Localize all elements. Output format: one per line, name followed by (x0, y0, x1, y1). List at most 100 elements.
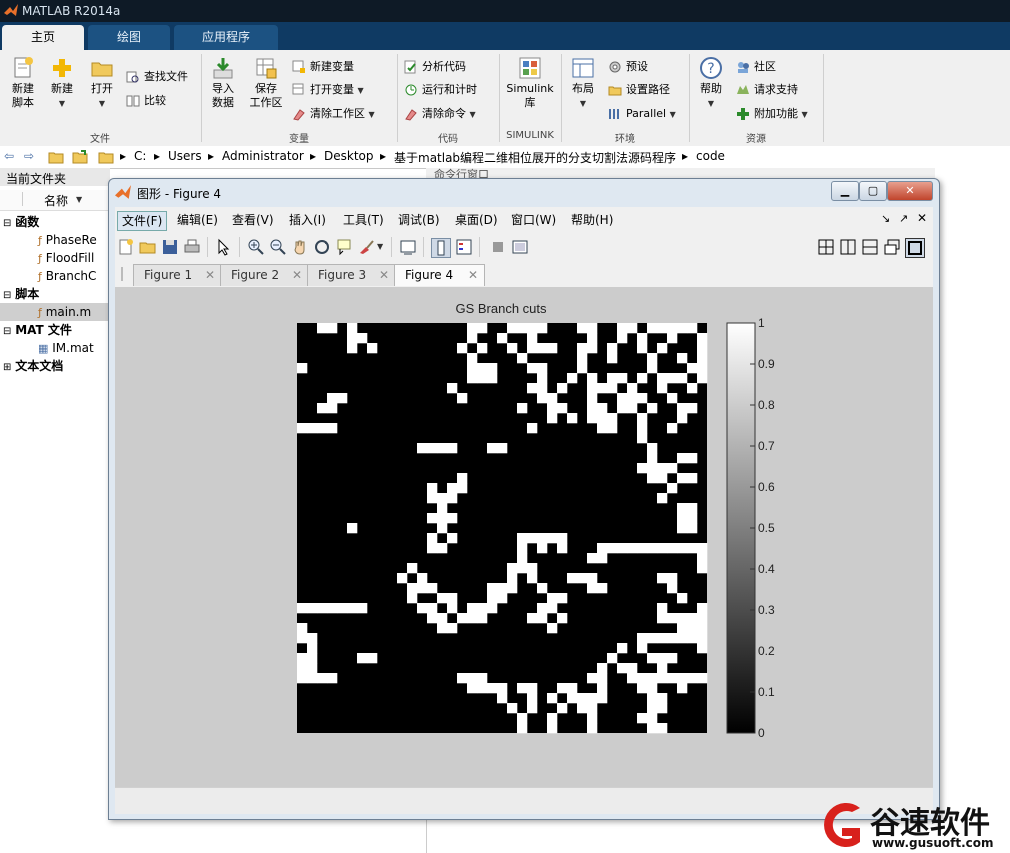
back-arrow-icon[interactable]: ⇦ (4, 149, 14, 163)
show-plot-tools-icon[interactable] (511, 238, 529, 256)
data-cursor-icon[interactable] (335, 238, 353, 256)
tab-figure-3[interactable]: Figure 3 ✕ (307, 264, 396, 286)
menu-help[interactable]: 帮助(H) (567, 211, 617, 229)
forward-arrow-icon[interactable]: ⇨ (24, 149, 34, 163)
list-item[interactable]: ▦ IM.mat (38, 339, 94, 357)
menu-tools[interactable]: 工具(T) (339, 211, 388, 229)
find-files-button[interactable]: 查找文件 (126, 68, 188, 86)
tree-group[interactable]: ⊟ 脚本 (0, 285, 39, 303)
browse-folder-icon[interactable] (72, 149, 88, 165)
run-and-time-button[interactable]: 运行和计时 (404, 81, 477, 99)
heatmap-cell (637, 683, 648, 694)
breadcrumb-item[interactable]: C: (134, 149, 146, 163)
clear-commands-button[interactable]: 清除命令 ▼ (404, 105, 476, 123)
menu-debug[interactable]: 调试(B) (394, 211, 444, 229)
tree-group[interactable]: ⊞ 文本文档 (0, 357, 63, 375)
legend-toggle-icon[interactable] (455, 238, 473, 256)
brush-caret-icon[interactable]: ▼ (377, 242, 383, 251)
help-button[interactable]: ? 帮助 ▼ (694, 56, 728, 111)
tile-top-bottom-icon[interactable] (861, 238, 879, 256)
clear-workspace-button[interactable]: 清除工作区 ▼ (292, 105, 375, 123)
close-tab-icon[interactable]: ✕ (379, 265, 389, 286)
menu-view[interactable]: 查看(V) (228, 211, 278, 229)
tile-left-right-icon[interactable] (839, 238, 857, 256)
menu-insert[interactable]: 插入(I) (285, 211, 330, 229)
list-item-selected[interactable]: ƒ main.m (0, 303, 110, 321)
heatmap-cell (307, 673, 318, 684)
close-tab-icon[interactable]: ✕ (205, 265, 215, 286)
tab-home[interactable]: 主页 (2, 25, 84, 50)
tree-group[interactable]: ⊟ MAT 文件 (0, 321, 72, 339)
zoom-in-icon[interactable] (247, 238, 265, 256)
close-button[interactable]: ✕ (887, 181, 933, 201)
up-folder-icon[interactable] (48, 149, 64, 165)
new-button[interactable]: 新建 ▼ (46, 56, 78, 111)
collapse-icon: ⊟ (3, 218, 12, 229)
tab-plots[interactable]: 绘图 (88, 25, 170, 50)
list-item[interactable]: ƒ PhaseRe (38, 231, 97, 249)
pan-hand-icon[interactable] (291, 238, 309, 256)
open-file-icon[interactable] (139, 238, 157, 256)
request-support-button[interactable]: 请求支持 (736, 81, 798, 99)
simulink-library-button[interactable]: Simulink 库 (504, 56, 556, 110)
heatmap-cell (527, 693, 538, 704)
menu-file[interactable]: 文件(F) (117, 211, 168, 231)
dock-arrow-icon[interactable]: ↘ (881, 212, 890, 225)
menu-desktop[interactable]: 桌面(D) (451, 211, 502, 229)
close-tab-icon[interactable]: ✕ (292, 265, 302, 286)
save-icon[interactable] (161, 238, 179, 256)
link-plot-icon[interactable] (399, 238, 417, 256)
tree-group[interactable]: ⊟ 函数 (0, 213, 39, 231)
list-item[interactable]: ƒ BranchC (38, 267, 96, 285)
import-data-button[interactable]: 导入 数据 (206, 56, 240, 110)
close-icon[interactable]: ✕ (917, 211, 927, 225)
rotate-3d-icon[interactable] (313, 238, 331, 256)
open-variable-icon (292, 83, 304, 95)
new-variable-button[interactable]: 新建变量 (292, 58, 354, 76)
maximize-button[interactable]: ▢ (859, 181, 887, 201)
float-icon[interactable] (883, 238, 901, 256)
parallel-button[interactable]: Parallel ▼ (608, 105, 676, 123)
heatmap-cell (557, 593, 568, 604)
compare-button[interactable]: 比较 (126, 92, 166, 110)
hide-plot-tools-icon[interactable] (489, 238, 507, 256)
tab-figure-4[interactable]: Figure 4 ✕ (394, 264, 485, 286)
menu-edit[interactable]: 编辑(E) (173, 211, 222, 229)
breadcrumb-item[interactable]: Users (168, 149, 202, 163)
new-script-button[interactable]: 新建 脚本 (6, 56, 40, 110)
new-figure-icon[interactable] (117, 238, 135, 256)
community-button[interactable]: 社区 (736, 58, 776, 76)
analyze-code-button[interactable]: 分析代码 (404, 58, 466, 76)
heatmap-cell (437, 543, 448, 554)
menu-window[interactable]: 窗口(W) (507, 211, 560, 229)
breadcrumb-item[interactable]: 基于matlab编程二维相位展开的分支切割法源码程序 (394, 149, 676, 166)
open-variable-button[interactable]: 打开变量 ▼ (292, 81, 364, 99)
breadcrumb-item[interactable]: Administrator (222, 149, 304, 163)
heatmap-cell (697, 353, 708, 364)
list-item[interactable]: ƒ FloodFill (38, 249, 94, 267)
tab-apps[interactable]: 应用程序 (174, 25, 278, 50)
print-icon[interactable] (183, 238, 201, 256)
tab-figure-2[interactable]: Figure 2 ✕ (220, 264, 309, 286)
add-ons-button[interactable]: 附加功能 ▼ (736, 105, 808, 123)
heatmap-cell (447, 443, 458, 454)
breadcrumb-item[interactable]: code (696, 149, 725, 163)
layout-button[interactable]: 布局 ▼ (566, 56, 600, 111)
tab-figure-1[interactable]: Figure 1 ✕ (133, 264, 222, 286)
open-button[interactable]: 打开 ▼ (86, 56, 118, 111)
brush-icon[interactable] (357, 238, 375, 256)
close-tab-icon[interactable]: ✕ (468, 265, 478, 286)
column-header[interactable]: 名称 ▼ (0, 190, 110, 211)
minimize-button[interactable]: ▁ (831, 181, 859, 201)
heatmap-cell (677, 473, 688, 484)
pointer-icon[interactable] (215, 238, 233, 256)
colorbar-toggle-icon[interactable] (431, 238, 451, 258)
maximize-figure-icon[interactable] (905, 238, 925, 258)
breadcrumb-item[interactable]: Desktop (324, 149, 374, 163)
set-path-button[interactable]: 设置路径 (608, 81, 670, 99)
tile-grid-icon[interactable] (817, 238, 835, 256)
zoom-out-icon[interactable] (269, 238, 287, 256)
save-workspace-button[interactable]: 保存 工作区 (246, 56, 286, 110)
undock-icon[interactable]: ↗ (899, 212, 908, 225)
preferences-button[interactable]: 预设 (608, 58, 648, 76)
